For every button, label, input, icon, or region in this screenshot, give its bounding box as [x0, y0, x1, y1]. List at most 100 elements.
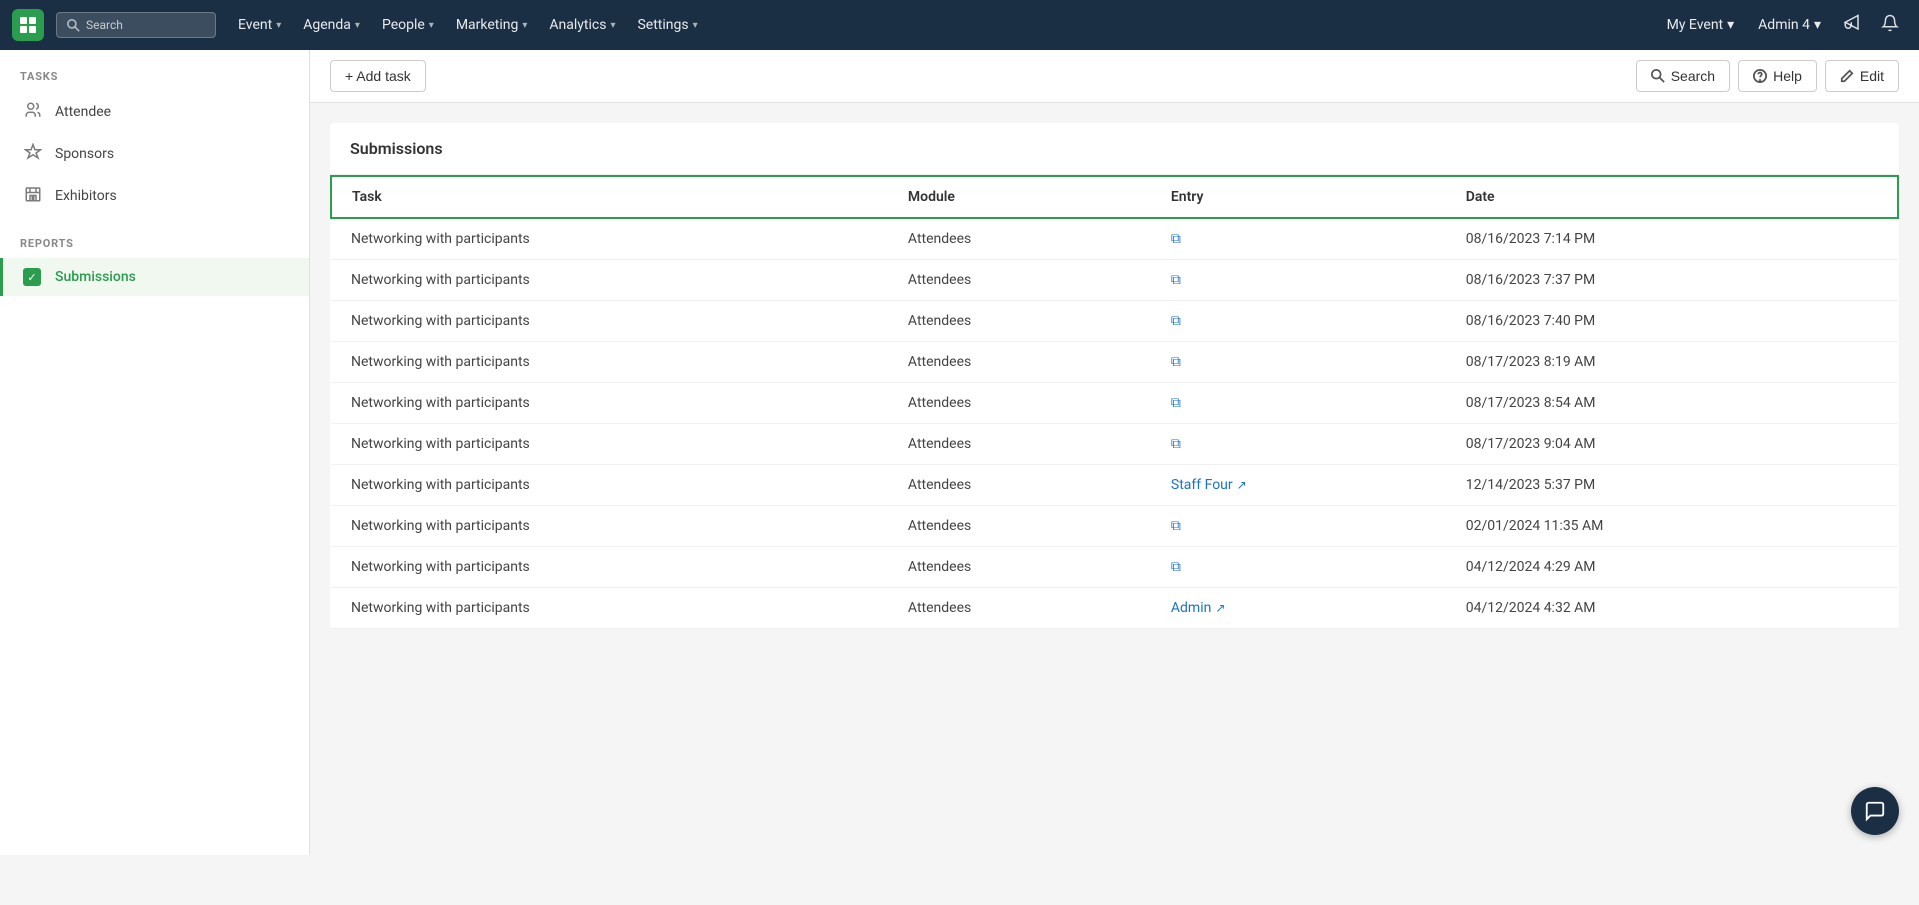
- cell-task: Networking with participants: [331, 260, 888, 301]
- table-row: Networking with participantsAttendees⧉08…: [331, 218, 1898, 260]
- cell-entry[interactable]: Staff Four ↗: [1151, 465, 1446, 506]
- cell-module: Attendees: [888, 547, 1151, 588]
- sidebar-item-submissions[interactable]: ✓ Submissions: [0, 258, 309, 296]
- cell-entry[interactable]: ⧉: [1151, 218, 1446, 260]
- entry-icon-link[interactable]: ⧉: [1171, 231, 1181, 247]
- cell-entry[interactable]: ⧉: [1151, 424, 1446, 465]
- cell-module: Attendees: [888, 424, 1151, 465]
- cell-entry[interactable]: ⧉: [1151, 547, 1446, 588]
- cell-module: Attendees: [888, 260, 1151, 301]
- entry-icon-link[interactable]: ⧉: [1171, 272, 1181, 288]
- col-entry: Entry: [1151, 176, 1446, 218]
- cell-module: Attendees: [888, 218, 1151, 260]
- check-box-icon: ✓: [23, 268, 43, 286]
- my-event-dropdown[interactable]: My Event ▾: [1657, 11, 1745, 39]
- col-module: Module: [888, 176, 1151, 218]
- table-row: Networking with participantsAttendees ⧉ 08…: [331, 383, 1898, 424]
- cell-date: 12/14/2023 5:37 PM: [1446, 465, 1898, 506]
- cell-module: Attendees: [888, 342, 1151, 383]
- edit-button[interactable]: Edit: [1825, 60, 1899, 92]
- cell-task: Networking with participants: [331, 547, 888, 588]
- cell-date: 02/01/2024 11:35 AM: [1446, 506, 1898, 547]
- cell-module: Attendees: [888, 383, 1151, 424]
- cell-date: 08/17/2023 8:54 AM: [1446, 383, 1898, 424]
- sidebar-label-exhibitors: Exhibitors: [55, 188, 117, 204]
- table-row: Networking with participantsAttendees ⧉ 08…: [331, 424, 1898, 465]
- nav-event[interactable]: Event ▾: [228, 11, 291, 39]
- sponsors-icon: [23, 143, 43, 165]
- sidebar-label-sponsors: Sponsors: [55, 146, 114, 162]
- table-row: Networking with participantsAttendees⧉08…: [331, 260, 1898, 301]
- chevron-down-icon: ▾: [693, 20, 698, 31]
- nav-agenda[interactable]: Agenda ▾: [293, 11, 370, 39]
- cell-module: Attendees: [888, 301, 1151, 342]
- cell-task: Networking with participants: [331, 301, 888, 342]
- cell-date: 08/17/2023 8:19 AM: [1446, 342, 1898, 383]
- nav-marketing[interactable]: Marketing ▾: [446, 11, 538, 39]
- edit-button-label: Edit: [1860, 68, 1884, 84]
- cell-module: Attendees: [888, 588, 1151, 629]
- help-button[interactable]: Help: [1738, 60, 1817, 92]
- sidebar-label-submissions: Submissions: [55, 269, 136, 285]
- entry-icon-link[interactable]: ⧉: [1171, 436, 1181, 452]
- reports-section-title: REPORTS: [0, 237, 309, 258]
- help-button-label: Help: [1773, 68, 1802, 84]
- entry-icon-link[interactable]: ⧉: [1171, 313, 1181, 329]
- main-content: + Add task Search Help: [310, 50, 1919, 855]
- main-layout: TASKS Attendee Sponsors: [0, 50, 1919, 855]
- cell-task: Networking with participants: [331, 424, 888, 465]
- cell-task: Networking with participants: [331, 383, 888, 424]
- sidebar-item-exhibitors[interactable]: Exhibitors: [0, 175, 309, 217]
- megaphone-icon[interactable]: [1835, 8, 1869, 42]
- admin-dropdown[interactable]: Admin 4 ▾: [1748, 11, 1831, 39]
- building-icon: [23, 185, 43, 207]
- nav-analytics[interactable]: Analytics ▾: [539, 11, 625, 39]
- app-logo[interactable]: [12, 9, 44, 41]
- add-task-button[interactable]: + Add task: [330, 60, 426, 92]
- entry-icon-link[interactable]: ⧉: [1171, 354, 1181, 370]
- cell-entry[interactable]: ⧉: [1151, 301, 1446, 342]
- entry-link[interactable]: Staff Four ↗: [1171, 477, 1426, 493]
- entry-icon-link[interactable]: ⧉: [1171, 559, 1181, 575]
- cell-date: 08/17/2023 9:04 AM: [1446, 424, 1898, 465]
- cell-entry[interactable]: ⧉: [1151, 383, 1446, 424]
- chat-bubble-button[interactable]: [1851, 787, 1899, 835]
- chevron-down-icon: ▾: [276, 20, 281, 31]
- cell-task: Networking with participants: [331, 506, 888, 547]
- nav-right: My Event ▾ Admin 4 ▾: [1657, 8, 1907, 42]
- col-task: Task: [331, 176, 888, 218]
- nav-menu: Event ▾ Agenda ▾ People ▾ Marketing ▾ An…: [228, 11, 1653, 39]
- submissions-title: Submissions: [330, 123, 1899, 175]
- entry-icon-link[interactable]: ⧉: [1171, 518, 1181, 534]
- sidebar-item-sponsors[interactable]: Sponsors: [0, 133, 309, 175]
- chevron-down-icon: ▾: [1814, 17, 1821, 33]
- submissions-table: Task Module Entry Date Networking with p…: [330, 175, 1899, 629]
- cell-task: Networking with participants: [331, 465, 888, 506]
- tasks-section-title: TASKS: [0, 70, 309, 91]
- cell-date: 04/12/2024 4:29 AM: [1446, 547, 1898, 588]
- external-link-icon: ↗: [1215, 601, 1225, 615]
- nav-settings[interactable]: Settings ▾: [627, 11, 707, 39]
- cell-task: Networking with participants: [331, 342, 888, 383]
- action-right-buttons: Search Help Edit: [1636, 60, 1899, 92]
- table-row: Networking with participantsAttendees⧉08…: [331, 301, 1898, 342]
- chevron-down-icon: ▾: [1727, 17, 1734, 33]
- bell-icon[interactable]: [1873, 8, 1907, 42]
- external-link-icon: ↗: [1237, 478, 1247, 492]
- col-date: Date: [1446, 176, 1898, 218]
- search-button[interactable]: Search: [1636, 60, 1730, 92]
- cell-entry[interactable]: ⧉: [1151, 260, 1446, 301]
- cell-entry[interactable]: ⧉: [1151, 342, 1446, 383]
- entry-icon-link[interactable]: ⧉: [1171, 395, 1181, 411]
- cell-entry[interactable]: ⧉: [1151, 506, 1446, 547]
- chevron-down-icon: ▾: [355, 20, 360, 31]
- entry-link[interactable]: Admin ↗: [1171, 600, 1426, 616]
- nav-people[interactable]: People ▾: [372, 11, 444, 39]
- chevron-down-icon: ▾: [429, 20, 434, 31]
- nav-search-input[interactable]: Search: [56, 12, 216, 38]
- cell-entry[interactable]: Admin ↗: [1151, 588, 1446, 629]
- nav-search-placeholder: Search: [86, 18, 123, 32]
- action-bar: + Add task Search Help: [310, 50, 1919, 103]
- table-row: Networking with participantsAttendeesAdm…: [331, 588, 1898, 629]
- sidebar-item-attendee[interactable]: Attendee: [0, 91, 309, 133]
